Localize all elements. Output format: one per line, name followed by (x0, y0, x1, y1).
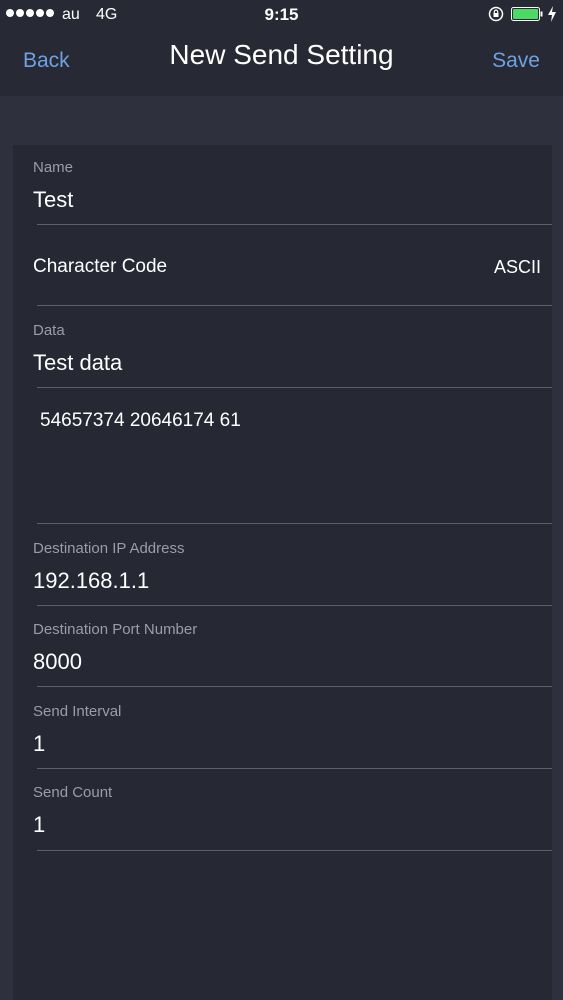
destination-port-input[interactable]: 8000 (33, 649, 82, 675)
destination-ip-input[interactable]: 192.168.1.1 (33, 568, 149, 594)
destination-port-label: Destination Port Number (33, 621, 198, 638)
top-bar: au 4G 9:15 Back New Send Setting Save (0, 0, 563, 96)
destination-ip-label: Destination IP Address (33, 540, 185, 557)
send-count-label: Send Count (33, 784, 113, 801)
orientation-lock-icon (488, 6, 504, 22)
send-interval-input[interactable]: 1 (33, 731, 45, 757)
divider (37, 686, 552, 687)
status-time: 9:15 (264, 5, 299, 24)
send-count-field[interactable]: Send Count 1 (13, 769, 552, 851)
data-label: Data (33, 322, 65, 339)
destination-ip-field[interactable]: Destination IP Address 192.168.1.1 (13, 525, 552, 606)
send-interval-label: Send Interval (33, 703, 122, 720)
destination-port-field[interactable]: Destination Port Number 8000 (13, 606, 552, 688)
character-code-label: Character Code (33, 256, 168, 277)
save-button[interactable]: Save (492, 49, 540, 73)
divider (37, 850, 552, 851)
data-field[interactable]: Data Test data (13, 307, 552, 389)
divider (37, 387, 552, 388)
name-label: Name (33, 159, 74, 176)
hex-data-area[interactable]: 54657374 20646174 61 (13, 389, 552, 525)
name-input[interactable]: Test (33, 187, 73, 213)
divider (37, 224, 552, 225)
data-input[interactable]: Test data (33, 350, 122, 376)
settings-form: Name Test Character Code ASCII Data Test… (13, 145, 552, 1000)
divider (37, 305, 552, 306)
divider (37, 523, 552, 524)
charging-bolt-icon (548, 6, 556, 22)
name-field[interactable]: Name Test (13, 145, 552, 226)
send-count-input[interactable]: 1 (33, 812, 45, 838)
character-code-row[interactable]: Character Code ASCII (13, 226, 552, 307)
battery-icon (511, 7, 543, 21)
character-code-value[interactable]: ASCII (494, 257, 541, 278)
hex-data-text[interactable]: 54657374 20646174 61 (40, 410, 241, 432)
status-bar: au 4G 9:15 (0, 0, 563, 30)
send-interval-field[interactable]: Send Interval 1 (13, 688, 552, 769)
page-title: New Send Setting (169, 39, 394, 70)
